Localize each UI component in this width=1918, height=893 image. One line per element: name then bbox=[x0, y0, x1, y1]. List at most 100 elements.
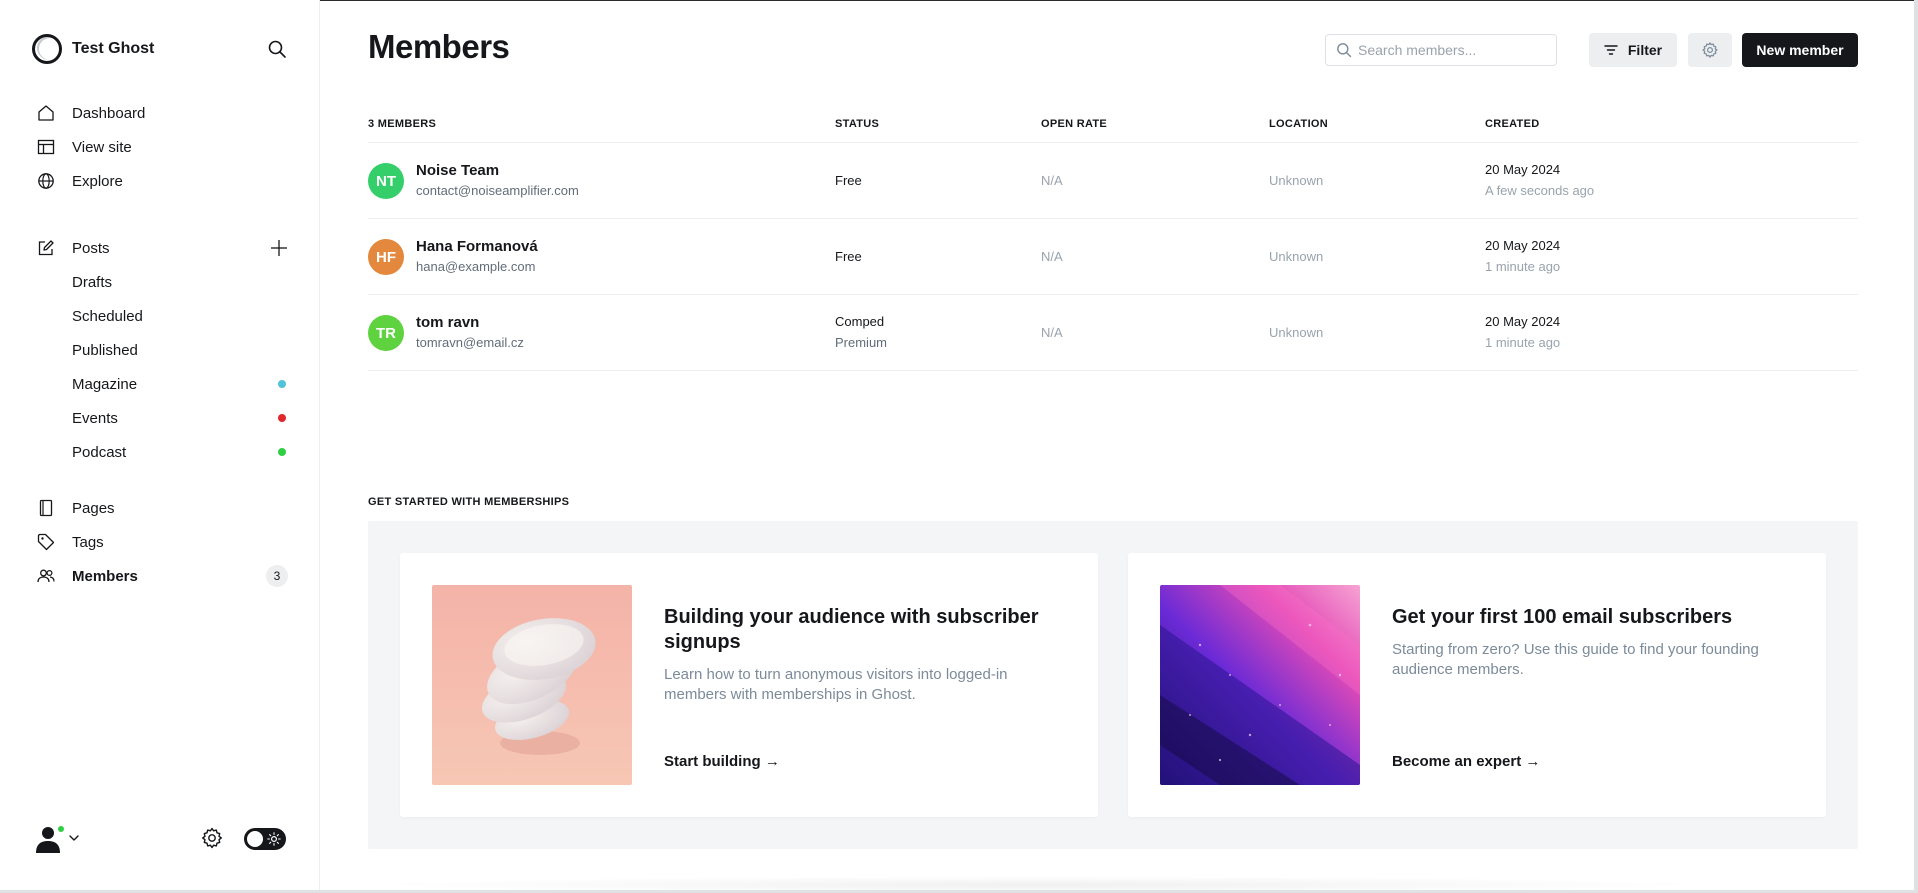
guide-card-audience[interactable]: Building your audience with subscriber s… bbox=[400, 553, 1098, 817]
search-icon bbox=[1330, 35, 1358, 65]
members-settings-button[interactable] bbox=[1688, 33, 1732, 67]
sidebar: Test Ghost Dashboard View site Explore P… bbox=[0, 0, 320, 893]
become-expert-link[interactable]: Become an expert → bbox=[1392, 753, 1540, 770]
settings-gear-icon[interactable] bbox=[200, 826, 224, 850]
member-email: contact@noiseamplifier.com bbox=[416, 183, 579, 198]
members-table: 3 MEMBERS STATUS OPEN RATE LOCATION CREA… bbox=[368, 110, 1858, 371]
nav-posts-scheduled[interactable]: Scheduled bbox=[72, 305, 292, 327]
member-search[interactable] bbox=[1325, 34, 1557, 66]
toggle-knob bbox=[247, 831, 263, 847]
member-created: 20 May 2024 bbox=[1485, 314, 1561, 329]
column-open-rate[interactable]: OPEN RATE bbox=[1041, 118, 1107, 130]
sub-item-label: Events bbox=[72, 409, 118, 427]
member-email: hana@example.com bbox=[416, 259, 536, 274]
window-edge bbox=[1914, 0, 1918, 893]
new-member-button[interactable]: New member bbox=[1742, 33, 1858, 67]
nav-members[interactable]: Members bbox=[36, 565, 138, 587]
member-name: Noise Team bbox=[416, 162, 500, 179]
site-name: Test Ghost bbox=[72, 40, 155, 57]
search-input[interactable] bbox=[1358, 42, 1548, 58]
filter-icon bbox=[1604, 44, 1618, 56]
avatar: NT bbox=[368, 163, 404, 199]
table-row[interactable]: NT Noise Team contact@noiseamplifier.com… bbox=[368, 143, 1858, 219]
tag-color-dot bbox=[278, 448, 286, 456]
page-icon bbox=[36, 498, 56, 518]
search-icon[interactable] bbox=[264, 36, 290, 62]
nav-posts-published[interactable]: Published bbox=[72, 339, 292, 361]
dark-mode-toggle[interactable] bbox=[244, 828, 286, 850]
globe-icon bbox=[36, 171, 56, 191]
chevron-down-icon bbox=[69, 835, 79, 841]
layout-icon bbox=[36, 137, 56, 157]
member-created-ago: 1 minute ago bbox=[1485, 335, 1561, 350]
table-row[interactable]: TR tom ravn tomravn@email.cz Comped Prem… bbox=[368, 295, 1858, 371]
member-created: 20 May 2024 bbox=[1485, 162, 1561, 177]
add-post-icon[interactable] bbox=[268, 237, 290, 259]
home-icon bbox=[36, 103, 56, 123]
nav-posts-magazine[interactable]: Magazine bbox=[72, 373, 292, 395]
member-location: Unknown bbox=[1269, 325, 1324, 340]
member-status: Free bbox=[835, 249, 862, 264]
member-open-rate: N/A bbox=[1041, 325, 1063, 340]
sub-item-label: Scheduled bbox=[72, 307, 143, 325]
edit-icon bbox=[36, 238, 56, 258]
nav-posts-label: Posts bbox=[72, 239, 110, 257]
member-location: Unknown bbox=[1269, 173, 1324, 188]
member-location: Unknown bbox=[1269, 249, 1324, 264]
site-brand[interactable]: Test Ghost bbox=[32, 34, 154, 64]
nav-posts-podcast[interactable]: Podcast bbox=[72, 441, 292, 463]
sun-icon bbox=[267, 832, 281, 846]
nav-explore-label: Explore bbox=[72, 172, 123, 190]
table-row[interactable]: HF Hana Formanová hana@example.com Free … bbox=[368, 219, 1858, 295]
gear-icon bbox=[1702, 42, 1718, 58]
member-open-rate: N/A bbox=[1041, 173, 1063, 188]
sub-item-label: Drafts bbox=[72, 273, 113, 291]
column-location[interactable]: LOCATION bbox=[1269, 118, 1328, 130]
guide-card-description: Learn how to turn anonymous visitors int… bbox=[664, 666, 1008, 703]
nav-tags[interactable]: Tags bbox=[36, 531, 104, 553]
nav-dashboard-label: Dashboard bbox=[72, 104, 146, 122]
nav-dashboard[interactable]: Dashboard bbox=[36, 102, 145, 124]
member-email: tomravn@email.cz bbox=[416, 335, 524, 350]
member-name: tom ravn bbox=[416, 314, 480, 331]
sub-item-label: Published bbox=[72, 341, 138, 359]
get-started-heading: GET STARTED WITH MEMBERSHIPS bbox=[368, 496, 570, 508]
column-status[interactable]: STATUS bbox=[835, 118, 879, 130]
column-members[interactable]: 3 MEMBERS bbox=[368, 118, 436, 130]
filter-button[interactable]: Filter bbox=[1589, 33, 1677, 67]
nav-posts-events[interactable]: Events bbox=[72, 407, 292, 429]
sub-item-label: Podcast bbox=[72, 443, 127, 461]
guide-card-subscribers[interactable]: Get your first 100 email subscribers Sta… bbox=[1128, 553, 1826, 817]
site-logo-icon bbox=[32, 34, 62, 64]
guide-card-image bbox=[1160, 585, 1360, 785]
member-status: Comped bbox=[835, 314, 885, 329]
table-header: 3 MEMBERS STATUS OPEN RATE LOCATION CREA… bbox=[368, 110, 1858, 143]
nav-posts[interactable]: Posts bbox=[36, 237, 110, 259]
member-created: 20 May 2024 bbox=[1485, 238, 1561, 253]
nav-pages-label: Pages bbox=[72, 499, 115, 517]
nav-view-site[interactable]: View site bbox=[36, 136, 132, 158]
start-building-link[interactable]: Start building → bbox=[664, 753, 780, 770]
guide-card-title: Building your audience with subscriber s… bbox=[664, 606, 1039, 653]
tag-color-dot bbox=[278, 380, 286, 388]
avatar: HF bbox=[368, 239, 404, 275]
guide-card-title: Get your first 100 email subscribers bbox=[1392, 606, 1733, 628]
user-menu[interactable] bbox=[34, 822, 90, 854]
online-status-dot bbox=[56, 824, 66, 834]
column-created[interactable]: CREATED bbox=[1485, 118, 1539, 130]
member-open-rate: N/A bbox=[1041, 249, 1063, 264]
guide-card-image bbox=[432, 585, 632, 785]
sub-item-label: Magazine bbox=[72, 375, 138, 393]
filter-button-label: Filter bbox=[1627, 42, 1663, 58]
nav-members-label: Members bbox=[72, 567, 138, 585]
nav-tags-label: Tags bbox=[72, 533, 104, 551]
users-icon bbox=[36, 566, 56, 586]
member-tier: Premium bbox=[835, 335, 888, 350]
members-count-badge: 3 bbox=[266, 565, 288, 587]
nav-explore[interactable]: Explore bbox=[36, 170, 123, 192]
sidebar-footer bbox=[34, 822, 296, 854]
tag-color-dot bbox=[278, 414, 286, 422]
member-name: Hana Formanová bbox=[416, 238, 538, 255]
nav-posts-drafts[interactable]: Drafts bbox=[72, 271, 292, 293]
nav-pages[interactable]: Pages bbox=[36, 497, 115, 519]
